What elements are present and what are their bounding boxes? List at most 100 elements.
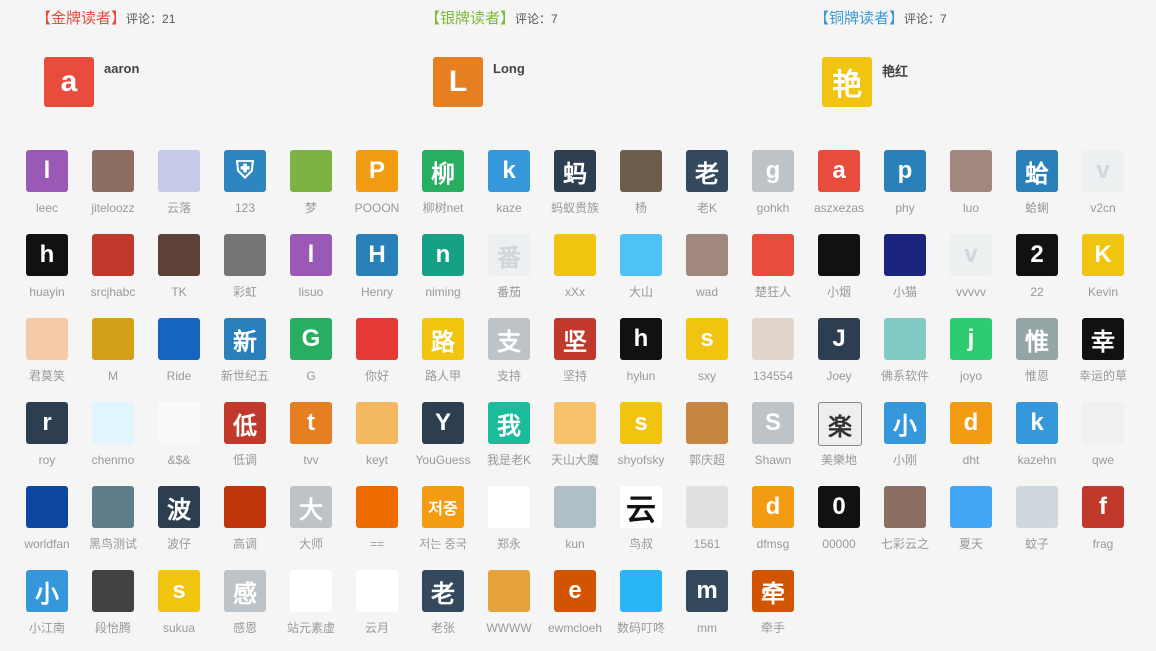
avatar[interactable]: 蚂 [554,150,596,192]
visitor-name[interactable]: Ride [142,368,216,384]
avatar[interactable] [554,234,596,276]
visitor-item[interactable]: 黑鸟测试 [80,476,146,560]
visitor-item[interactable]: 云鸟叔 [608,476,674,560]
avatar[interactable]: k [1016,402,1058,444]
avatar[interactable] [224,486,266,528]
visitor-item[interactable]: 君莫笑 [14,308,80,392]
avatar[interactable]: 저중 [422,486,464,528]
visitor-item[interactable]: J Joey [806,308,872,392]
visitor-name[interactable]: sxy [670,368,744,384]
visitor-item[interactable]: 저중 저는 중국 [410,476,476,560]
avatar[interactable]: K [1082,234,1124,276]
avatar[interactable] [92,234,134,276]
visitor-name[interactable]: 00000 [802,536,876,552]
avatar[interactable]: 艳 [822,57,872,107]
avatar[interactable] [92,150,134,192]
avatar[interactable] [818,234,860,276]
avatar[interactable]: s [158,570,200,612]
avatar[interactable]: 老 [686,150,728,192]
visitor-name[interactable]: 站元素虚 [274,620,348,636]
visitor-item[interactable]: h hylun [608,308,674,392]
visitor-name[interactable]: leec [10,200,84,216]
avatar[interactable]: 小 [26,570,68,612]
visitor-item[interactable]: wad [674,224,740,308]
avatar[interactable]: 2 [1016,234,1058,276]
visitor-name[interactable]: Joey [802,368,876,384]
visitor-item[interactable]: K Kevin [1070,224,1136,308]
visitor-item[interactable]: P POOON [344,140,410,224]
avatar[interactable]: 支 [488,318,530,360]
avatar[interactable]: r [26,402,68,444]
avatar[interactable] [92,318,134,360]
visitor-name[interactable]: hylun [604,368,678,384]
visitor-item[interactable]: 路路人甲 [410,308,476,392]
visitor-name[interactable]: 柳树net [406,200,480,216]
visitor-name[interactable]: shyofsky [604,452,678,468]
visitor-item[interactable]: 支支持 [476,308,542,392]
visitor-item[interactable]: jiteloozz [80,140,146,224]
avatar[interactable] [356,486,398,528]
avatar[interactable]: 路 [422,318,464,360]
avatar[interactable]: n [422,234,464,276]
avatar[interactable] [92,402,134,444]
visitor-item[interactable]: 蚊子 [1004,476,1070,560]
visitor-item[interactable]: l leec [14,140,80,224]
avatar[interactable] [884,234,926,276]
visitor-item[interactable]: p phy [872,140,938,224]
avatar[interactable] [950,486,992,528]
reader-name[interactable]: aaron [104,61,139,76]
visitor-name[interactable]: v2cn [1066,200,1140,216]
visitor-item[interactable]: M [80,308,146,392]
avatar[interactable]: 柳 [422,150,464,192]
visitor-item[interactable]: k kazehn [1004,392,1070,476]
avatar[interactable]: 老 [422,570,464,612]
avatar[interactable] [620,150,662,192]
visitor-item[interactable]: 云落 [146,140,212,224]
avatar[interactable] [884,318,926,360]
visitor-name[interactable]: &$& [142,452,216,468]
visitor-item[interactable]: 你好 [344,308,410,392]
visitor-name[interactable]: 牵手 [736,620,810,636]
avatar[interactable]: L [433,57,483,107]
avatar[interactable]: P [356,150,398,192]
avatar[interactable]: k [488,150,530,192]
visitor-name[interactable]: 黑鸟测试 [76,536,150,552]
visitor-item[interactable]: 新新世纪五 [212,308,278,392]
avatar[interactable]: 牵 [752,570,794,612]
avatar[interactable] [1016,486,1058,528]
avatar[interactable]: 新 [224,318,266,360]
visitor-item[interactable]: 蚂蚂蚁贵族 [542,140,608,224]
visitor-name[interactable]: 大师 [274,536,348,552]
avatar[interactable]: a [818,150,860,192]
visitor-item[interactable]: 0 00000 [806,476,872,560]
visitor-item[interactable]: worldfan [14,476,80,560]
visitor-name[interactable]: M [76,368,150,384]
visitor-item[interactable]: 段怡腾 [80,560,146,644]
avatar[interactable]: h [620,318,662,360]
visitor-name[interactable]: vvvvv [934,284,1008,300]
visitor-item[interactable]: s shyofsky [608,392,674,476]
visitor-name[interactable]: 感恩 [208,620,282,636]
visitor-item[interactable]: l lisuo [278,224,344,308]
visitor-name[interactable]: joyo [934,368,1008,384]
avatar[interactable]: d [752,486,794,528]
visitor-item[interactable]: 郑永 [476,476,542,560]
visitor-name[interactable]: 路人甲 [406,368,480,384]
avatar[interactable] [26,318,68,360]
visitor-item[interactable]: S Shawn [740,392,806,476]
visitor-name[interactable]: 1561 [670,536,744,552]
visitor-name[interactable]: WWWW [472,620,546,636]
visitor-item[interactable]: srcjhabc [80,224,146,308]
visitor-item[interactable]: g gohkh [740,140,806,224]
visitor-name[interactable]: 我是老K [472,452,546,468]
visitor-name[interactable]: 彩虹 [208,284,282,300]
visitor-item[interactable]: t tvv [278,392,344,476]
visitor-name[interactable]: 数码叮咚 [604,620,678,636]
visitor-name[interactable]: kaze [472,200,546,216]
visitor-name[interactable]: Henry [340,284,414,300]
visitor-name[interactable]: 郭庆超 [670,452,744,468]
visitor-item[interactable]: 高调 [212,476,278,560]
visitor-item[interactable]: v v2cn [1070,140,1136,224]
avatar[interactable]: 惟 [1016,318,1058,360]
visitor-name[interactable]: 蚊子 [1000,536,1074,552]
